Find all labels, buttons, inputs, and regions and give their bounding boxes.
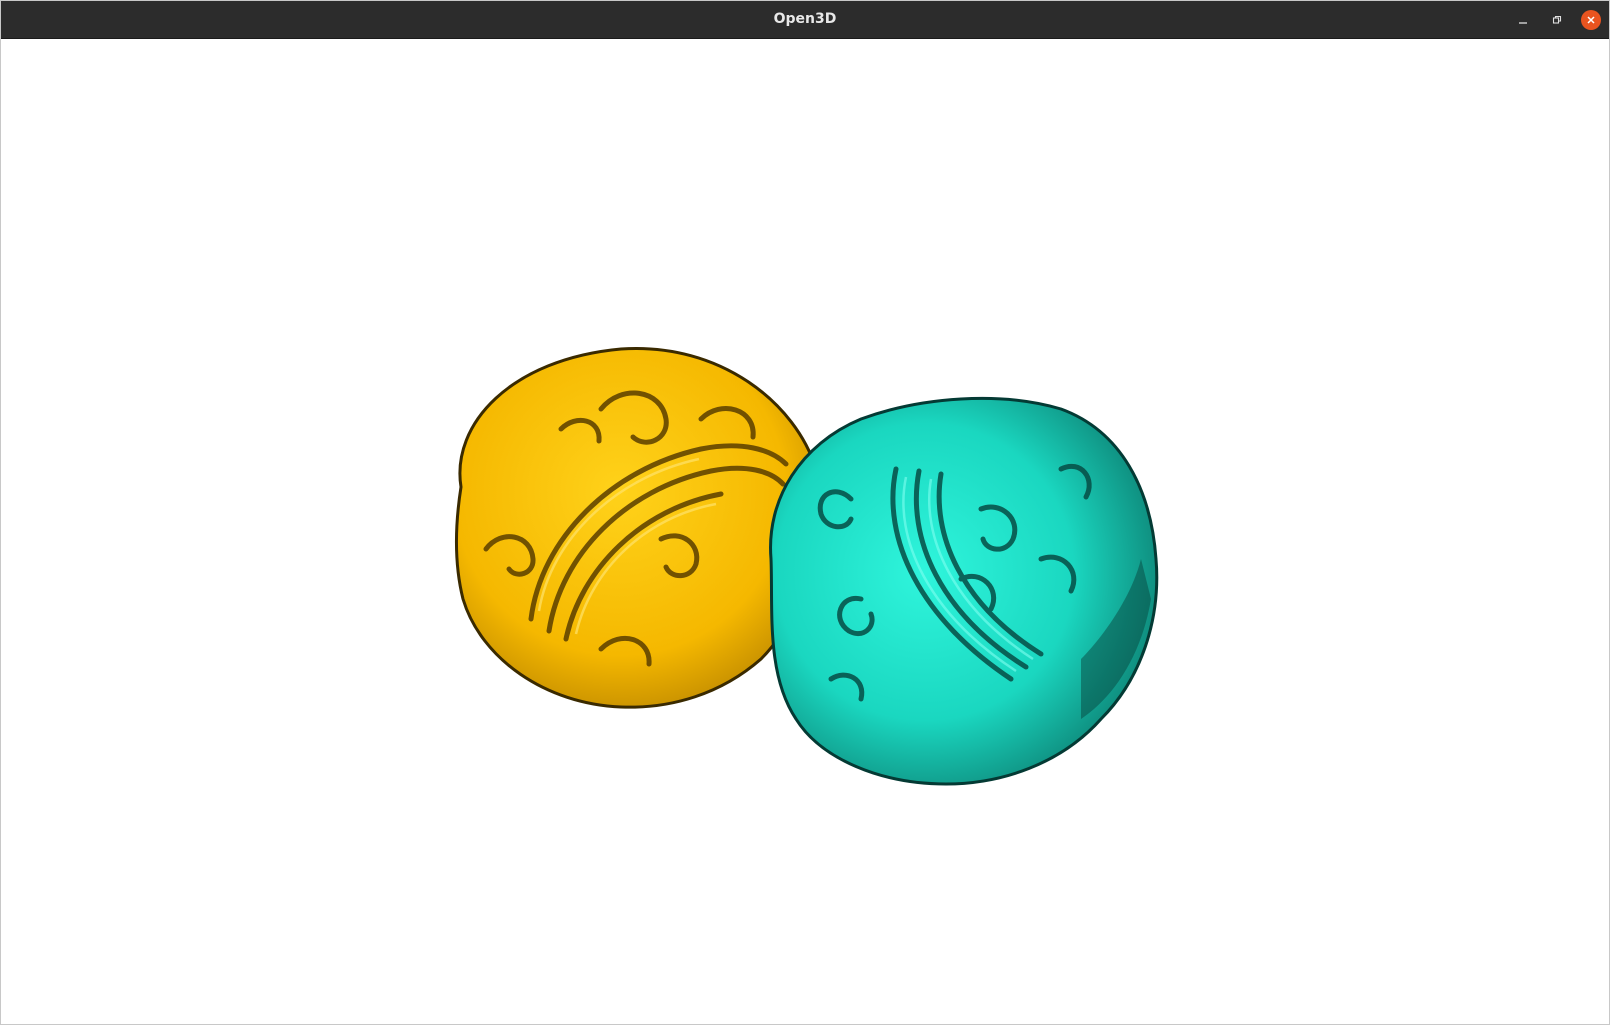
close-icon xyxy=(1587,16,1595,24)
coin-cyan[interactable] xyxy=(769,396,1159,786)
restore-icon xyxy=(1552,15,1562,24)
close-button[interactable] xyxy=(1581,10,1601,30)
app-window: Open3D xyxy=(0,0,1610,1025)
minimize-button[interactable] xyxy=(1513,10,1533,30)
coin-yellow[interactable] xyxy=(454,346,822,709)
maximize-button[interactable] xyxy=(1547,10,1567,30)
title-bar[interactable]: Open3D xyxy=(1,1,1609,39)
minimize-icon xyxy=(1519,22,1527,24)
3d-viewport[interactable] xyxy=(1,39,1609,1024)
scene-canvas[interactable] xyxy=(1,39,1609,1024)
window-title: Open3D xyxy=(773,11,837,27)
